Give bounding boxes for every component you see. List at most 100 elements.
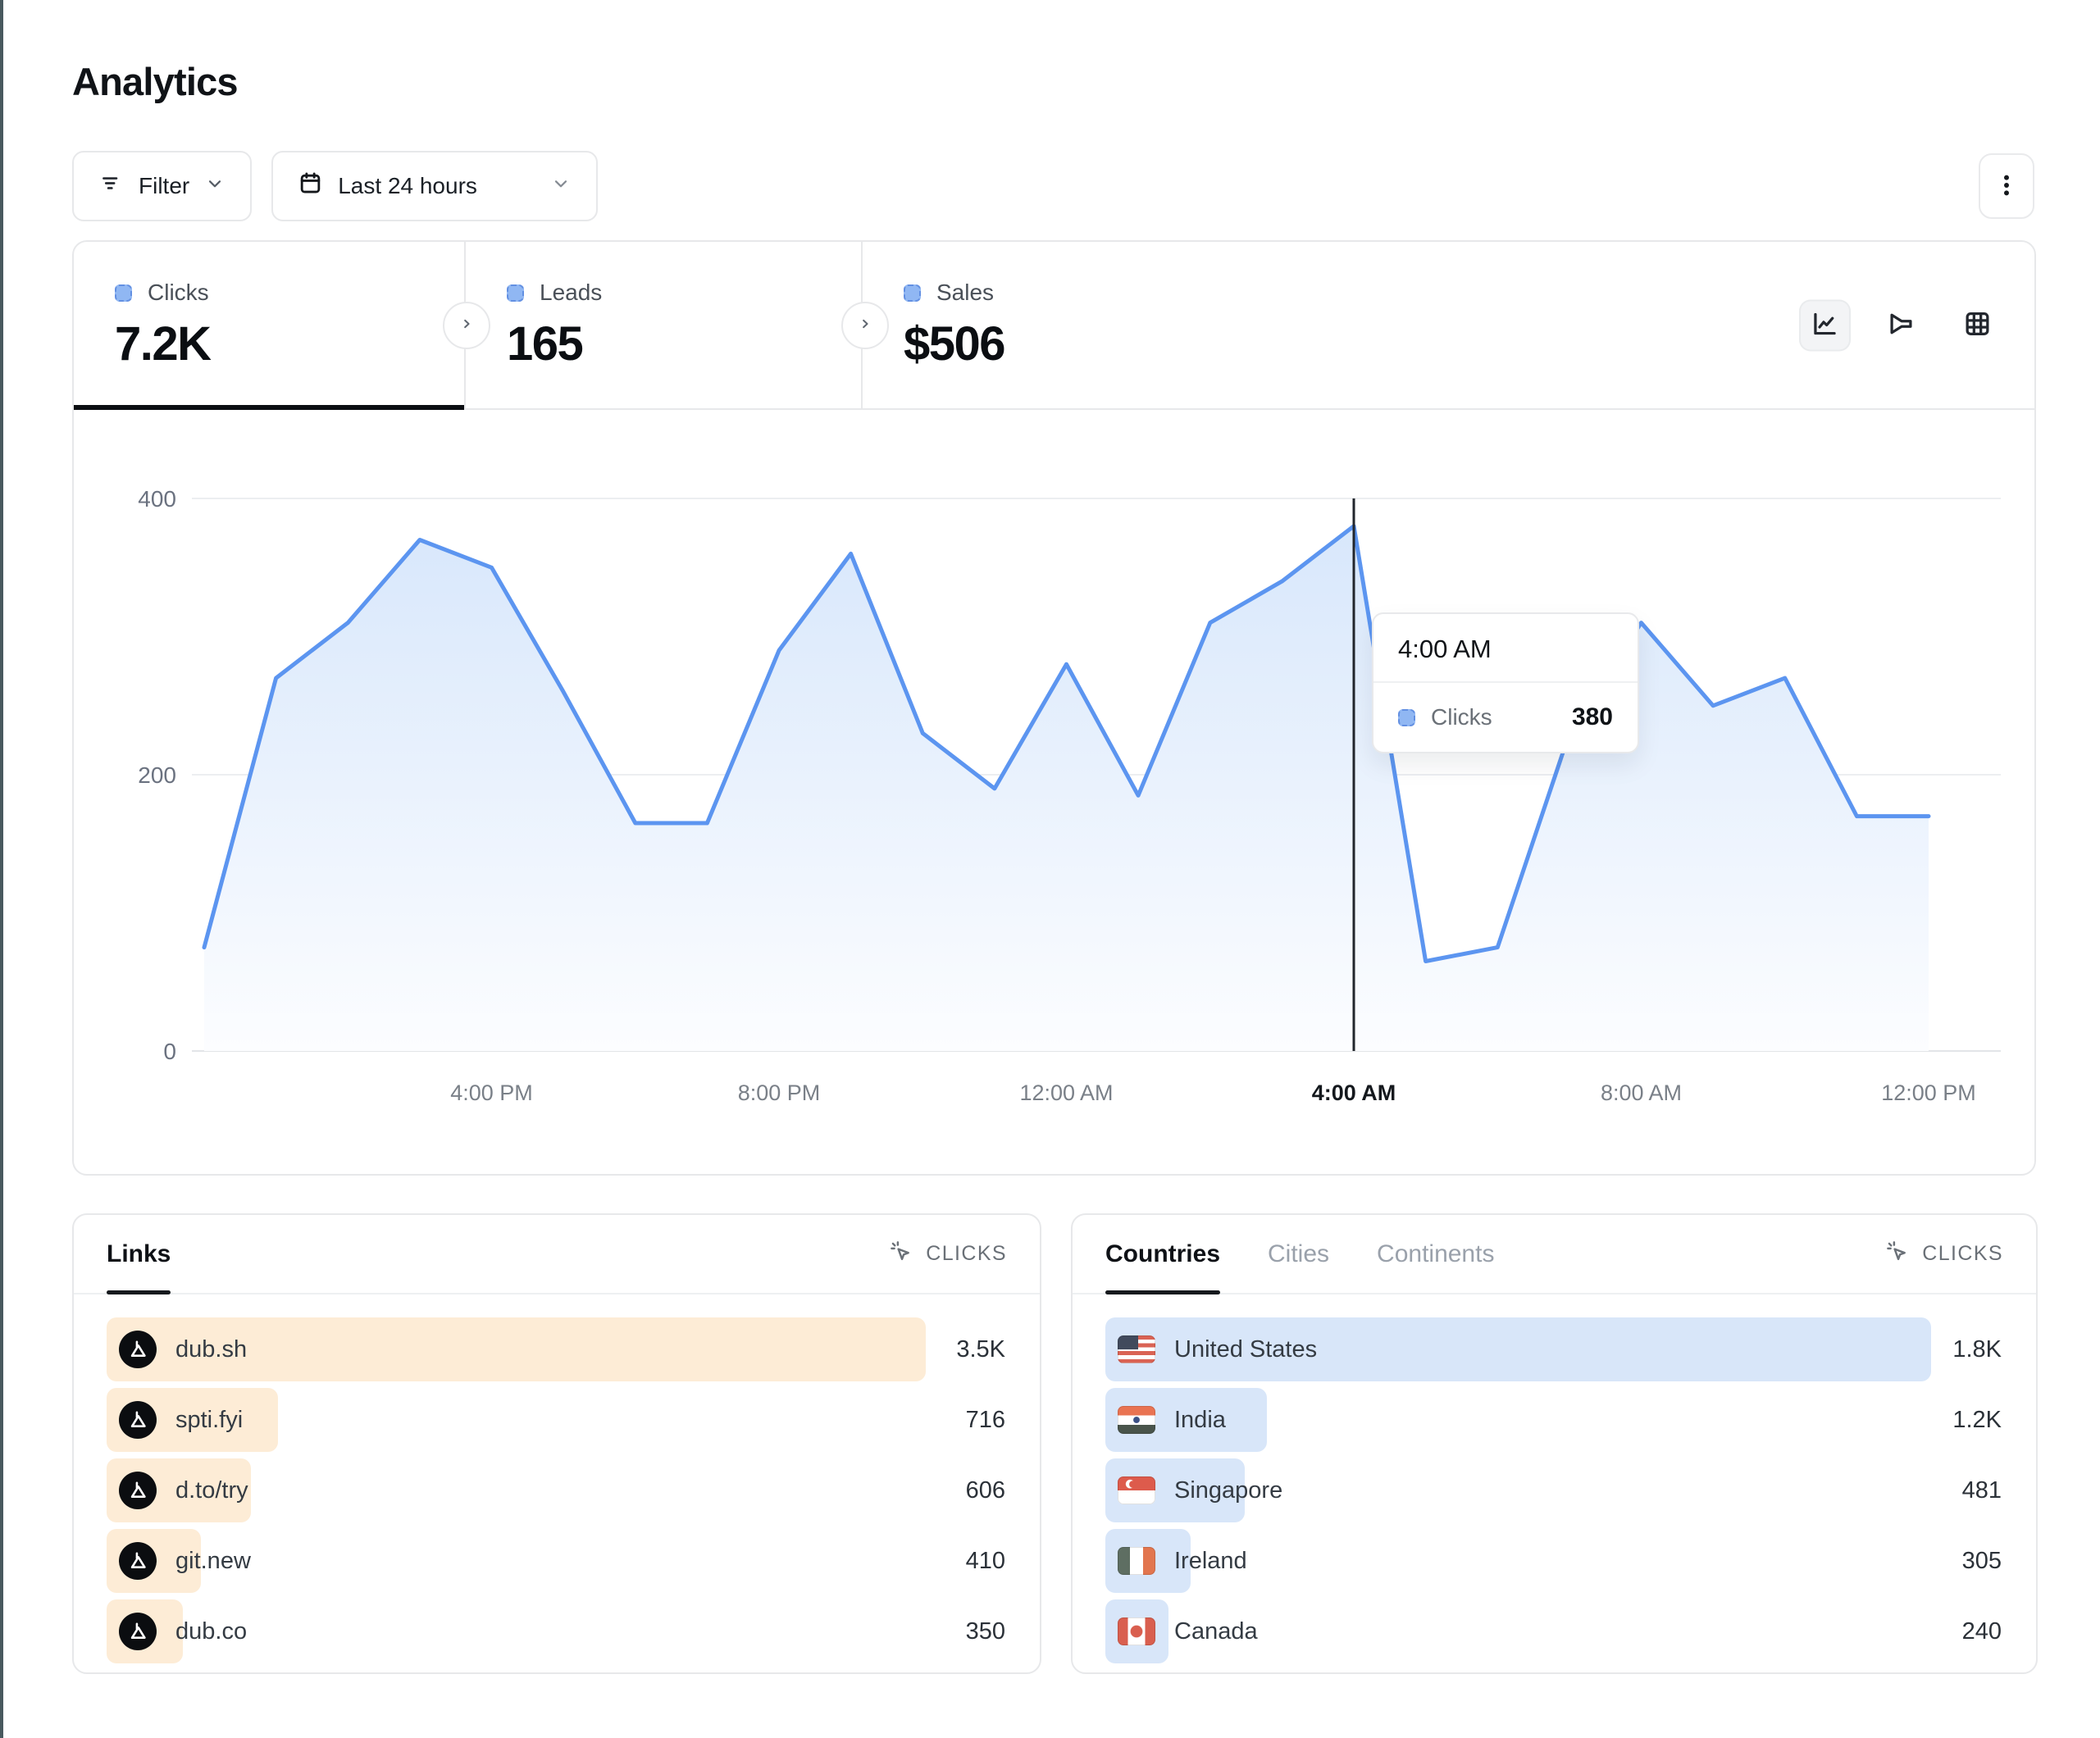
list-item[interactable]: dub.sh 3.5K bbox=[107, 1317, 1007, 1381]
chevron-right-icon bbox=[458, 315, 476, 337]
tab-clicks[interactable]: Clicks 7.2K bbox=[74, 242, 466, 408]
list-item-value: 606 bbox=[966, 1477, 1005, 1504]
date-range-button[interactable]: Last 24 hours bbox=[271, 151, 598, 221]
country-flag-icon bbox=[1118, 1617, 1155, 1645]
table-view-button[interactable] bbox=[1952, 299, 2003, 351]
dub-logo-icon bbox=[119, 1472, 157, 1509]
analytics-card: Clicks 7.2K Leads 165 Sales $506 bbox=[72, 240, 2036, 1176]
svg-text:200: 200 bbox=[138, 762, 176, 788]
leads-legend-square-icon bbox=[507, 284, 524, 302]
chart-canvas: 0 200 400 4:00 PM 8:00 PM 12:00 AM 4:00 AM 8:00… bbox=[74, 410, 2033, 1172]
stat-value: $506 bbox=[904, 316, 1289, 371]
calendar-icon bbox=[298, 171, 323, 202]
svg-text:8:00 AM: 8:00 AM bbox=[1601, 1081, 1682, 1105]
list-item-value: 410 bbox=[966, 1548, 1005, 1575]
links-panel: Links CLICKS dub.sh bbox=[72, 1213, 1041, 1674]
date-range-label: Last 24 hours bbox=[338, 173, 477, 199]
list-item[interactable]: spti.fyi 716 bbox=[107, 1388, 1007, 1452]
tab-leads[interactable]: Leads 165 bbox=[466, 242, 863, 408]
tooltip-series: Clicks bbox=[1431, 704, 1492, 730]
tab-cities[interactable]: Cities bbox=[1268, 1215, 1329, 1293]
list-item[interactable]: United States 1.8K bbox=[1105, 1317, 2003, 1381]
list-item-label: United States bbox=[1174, 1336, 1317, 1363]
list-item-label: Ireland bbox=[1174, 1548, 1247, 1575]
metric-label: CLICKS bbox=[1922, 1242, 2003, 1266]
svg-text:8:00 PM: 8:00 PM bbox=[738, 1081, 821, 1105]
tab-continents[interactable]: Continents bbox=[1377, 1215, 1494, 1293]
svg-text:12:00 AM: 12:00 AM bbox=[1019, 1081, 1113, 1105]
dub-logo-icon bbox=[119, 1542, 157, 1580]
links-list: dub.sh 3.5K spti.fyi 716 d.to/try 6 bbox=[74, 1294, 1040, 1663]
svg-text:4:00 PM: 4:00 PM bbox=[450, 1081, 533, 1105]
list-item-value: 1.8K bbox=[1952, 1336, 2002, 1363]
country-flag-icon bbox=[1118, 1406, 1155, 1434]
list-item[interactable]: India 1.2K bbox=[1105, 1388, 2003, 1452]
list-item-label: dub.sh bbox=[175, 1336, 247, 1363]
list-item[interactable]: dub.co 350 bbox=[107, 1599, 1007, 1663]
tooltip-value: 380 bbox=[1572, 703, 1613, 731]
cursor-click-icon bbox=[1884, 1239, 1910, 1270]
list-item-value: 481 bbox=[1962, 1477, 2002, 1504]
list-item-label: India bbox=[1174, 1407, 1226, 1434]
chevron-down-icon bbox=[204, 173, 225, 200]
table-grid-icon bbox=[1962, 309, 1993, 342]
toolbar: Filter Last 24 hours bbox=[72, 151, 2034, 221]
clicks-legend-square-icon bbox=[115, 284, 132, 302]
country-flag-icon bbox=[1118, 1476, 1155, 1504]
list-item[interactable]: d.to/try 606 bbox=[107, 1458, 1007, 1522]
country-flag-icon bbox=[1118, 1547, 1155, 1575]
stat-value: 7.2K bbox=[115, 316, 464, 371]
line-chart-icon bbox=[1810, 309, 1840, 342]
funnel-view-button[interactable] bbox=[1875, 299, 1927, 351]
tooltip-legend-square-icon bbox=[1398, 709, 1415, 726]
links-metric-header[interactable]: CLICKS bbox=[888, 1239, 1007, 1270]
expand-leads-button[interactable] bbox=[841, 302, 889, 349]
list-item-label: git.new bbox=[175, 1548, 251, 1575]
list-item-value: 716 bbox=[966, 1407, 1005, 1434]
dub-logo-icon bbox=[119, 1331, 157, 1368]
sales-legend-square-icon bbox=[904, 284, 921, 302]
filter-button[interactable]: Filter bbox=[72, 151, 252, 221]
chevron-right-icon bbox=[856, 315, 874, 337]
expand-clicks-button[interactable] bbox=[443, 302, 490, 349]
list-item-label: Singapore bbox=[1174, 1477, 1282, 1504]
list-item-label: spti.fyi bbox=[175, 1407, 243, 1434]
filter-icon bbox=[98, 171, 124, 202]
list-item-label: dub.co bbox=[175, 1618, 247, 1645]
chart-type-switcher bbox=[1799, 299, 2003, 351]
country-flag-icon bbox=[1118, 1335, 1155, 1363]
list-item[interactable]: Ireland 305 bbox=[1105, 1529, 2003, 1593]
cursor-click-icon bbox=[888, 1239, 913, 1270]
dub-logo-icon bbox=[119, 1613, 157, 1650]
list-item-value: 1.2K bbox=[1952, 1407, 2002, 1434]
chart-tooltip: 4:00 AM Clicks 380 bbox=[1372, 612, 1639, 753]
list-item-value: 305 bbox=[1962, 1548, 2002, 1575]
svg-text:400: 400 bbox=[138, 486, 176, 512]
metric-label: CLICKS bbox=[926, 1242, 1007, 1266]
countries-metric-header[interactable]: CLICKS bbox=[1884, 1239, 2003, 1270]
list-item-label: Canada bbox=[1174, 1618, 1258, 1645]
tab-sales[interactable]: Sales $506 bbox=[863, 242, 1289, 408]
tooltip-time: 4:00 AM bbox=[1373, 614, 1638, 683]
stat-label: Sales bbox=[936, 280, 994, 306]
line-chart-view-button[interactable] bbox=[1799, 299, 1851, 351]
tab-countries[interactable]: Countries bbox=[1105, 1215, 1220, 1293]
tab-links[interactable]: Links bbox=[107, 1215, 171, 1293]
list-item[interactable]: git.new 410 bbox=[107, 1529, 1007, 1593]
funnel-icon bbox=[1886, 309, 1916, 342]
stat-value: 165 bbox=[507, 316, 861, 371]
more-options-button[interactable] bbox=[1979, 153, 2034, 219]
stats-row: Clicks 7.2K Leads 165 Sales $506 bbox=[74, 242, 2034, 410]
list-item-value: 240 bbox=[1962, 1618, 2002, 1645]
dub-logo-icon bbox=[119, 1401, 157, 1439]
list-item-label: d.to/try bbox=[175, 1477, 248, 1504]
clicks-area-chart[interactable]: 0 200 400 4:00 PM 8:00 PM 12:00 AM 4:00 AM 8:00… bbox=[74, 410, 2034, 1172]
analytics-dashboard: Analytics Filter Last 24 bbox=[0, 0, 2100, 1738]
countries-panel: Countries Cities Continents CLICKS Unite… bbox=[1071, 1213, 2038, 1674]
svg-text:0: 0 bbox=[163, 1039, 176, 1064]
list-item[interactable]: Canada 240 bbox=[1105, 1599, 2003, 1663]
page-title: Analytics bbox=[72, 59, 238, 104]
list-item[interactable]: Singapore 481 bbox=[1105, 1458, 2003, 1522]
list-item-value: 3.5K bbox=[956, 1336, 1005, 1363]
chevron-down-icon bbox=[550, 173, 572, 200]
